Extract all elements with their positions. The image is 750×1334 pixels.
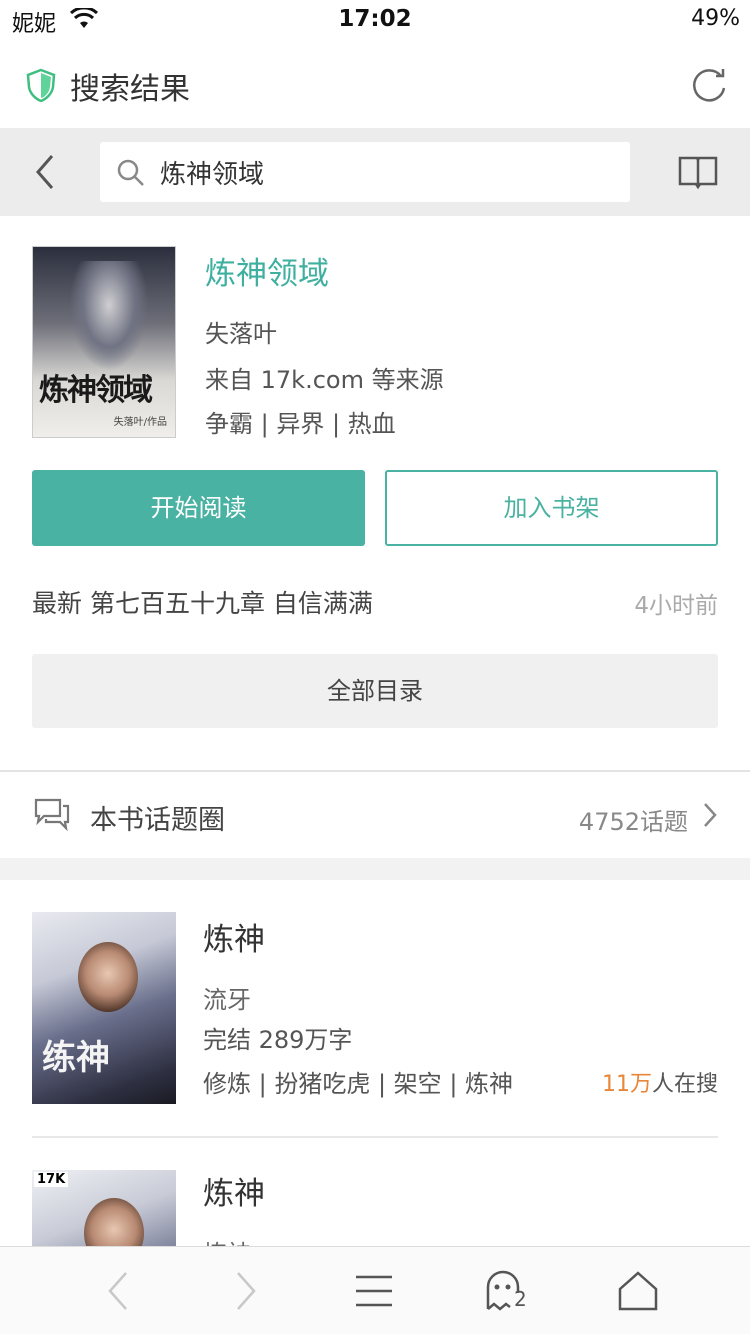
cover-author: 失落叶/作品: [113, 417, 167, 428]
book-cover[interactable]: 炼神领域 失落叶/作品: [32, 246, 176, 438]
title-bar: 搜索结果: [0, 40, 750, 128]
search-input[interactable]: [158, 150, 608, 194]
add-to-shelf-button[interactable]: 加入书架: [385, 470, 718, 546]
book-title: 炼神: [203, 922, 265, 958]
home-icon[interactable]: [616, 1269, 660, 1313]
cover-title: 炼神领域: [39, 373, 153, 408]
tabs-button[interactable]: 2: [484, 1269, 528, 1313]
book-title: 炼神: [203, 1176, 265, 1212]
book-cover: 17K: [32, 1170, 176, 1248]
clock: 17:02: [338, 6, 412, 32]
latest-chapter-title: 第七百五十九章 自信满满: [89, 589, 373, 618]
book-cover: 练神: [32, 912, 176, 1104]
search-box[interactable]: [100, 142, 630, 202]
chat-bubbles-icon: [34, 798, 70, 832]
status-bar: 妮妮 17:02 49%: [0, 0, 750, 40]
cover-title: 练神: [42, 1038, 110, 1078]
start-reading-button[interactable]: 开始阅读: [32, 470, 365, 546]
popularity-suffix: 人在搜: [651, 1072, 718, 1097]
back-chevron-icon[interactable]: [30, 150, 60, 194]
book-author: 失落叶: [205, 320, 277, 348]
forward-icon[interactable]: [222, 1269, 266, 1313]
search-popularity: 11万人在搜: [602, 1066, 718, 1098]
popularity-number: 11万: [601, 1072, 652, 1097]
tab-count: 2: [514, 1287, 527, 1311]
book-tags: 修炼 | 扮猪吃虎 | 架空 | 炼神: [203, 1070, 514, 1098]
battery-label: 49%: [691, 6, 740, 31]
list-item[interactable]: 17K 炼神 炼神: [0, 1138, 750, 1248]
search-icon: [117, 159, 144, 186]
book-status: 完结 289万字: [203, 1026, 353, 1054]
topic-count: 4752话题: [578, 808, 688, 836]
featured-book-card: 炼神领域 失落叶/作品 炼神领域 失落叶 来自 17k.com 等来源 争霸 |…: [0, 216, 750, 770]
book-source: 来自 17k.com 等来源: [205, 366, 444, 394]
back-icon[interactable]: [98, 1269, 142, 1313]
search-bar: [0, 128, 750, 216]
latest-chapter[interactable]: 最新 第七百五十九章 自信满满: [32, 584, 373, 620]
chevron-right-icon: [704, 803, 717, 827]
section-gap: [0, 858, 750, 880]
topic-label: 本书话题圈: [90, 805, 225, 836]
page-title: 搜索结果: [70, 72, 190, 107]
topic-circle-row[interactable]: 本书话题圈 4752话题: [0, 772, 750, 858]
menu-icon[interactable]: [352, 1269, 396, 1313]
cover-logo: 17K: [34, 1172, 69, 1187]
book-title[interactable]: 炼神领域: [205, 248, 329, 293]
latest-update-time: 4小时前: [634, 593, 718, 619]
book-author: 流牙: [203, 986, 251, 1014]
shield-icon: [26, 68, 56, 102]
list-item[interactable]: 练神 炼神 流牙 完结 289万字 修炼 | 扮猪吃虎 | 架空 | 炼神 11…: [0, 880, 750, 1138]
refresh-icon[interactable]: [688, 64, 730, 106]
latest-prefix: 最新: [32, 589, 83, 618]
book-tags: 争霸 | 异界 | 热血: [205, 410, 396, 438]
bookshelf-icon[interactable]: [678, 154, 718, 190]
table-of-contents-button[interactable]: 全部目录: [32, 654, 718, 728]
bottom-toolbar: 2: [0, 1246, 750, 1334]
